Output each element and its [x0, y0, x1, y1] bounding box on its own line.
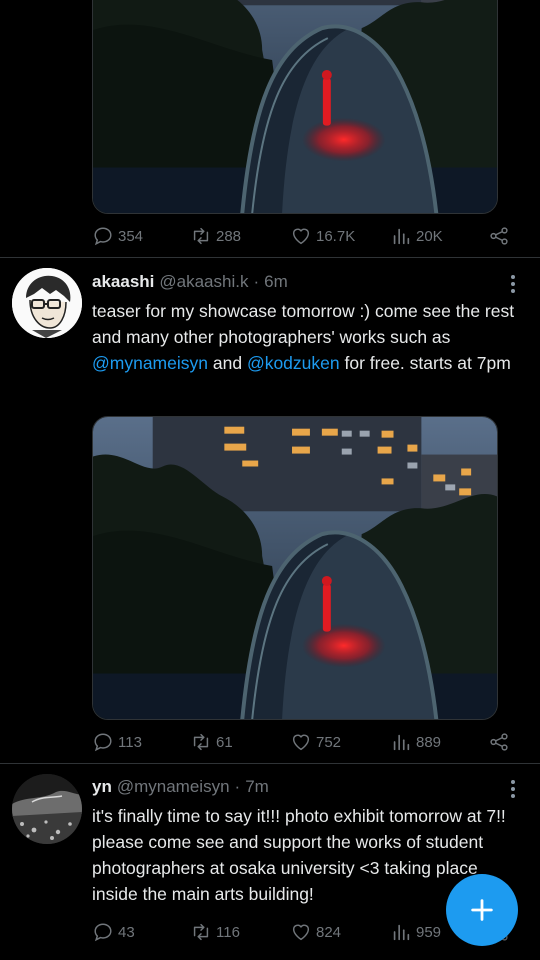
retweet-icon — [190, 225, 212, 247]
like-count: 16.7K — [316, 227, 356, 245]
avatar-image — [12, 774, 82, 844]
retweet-count: 116 — [216, 923, 240, 941]
retweet-button[interactable]: 61 — [190, 730, 233, 754]
views-icon — [390, 225, 412, 247]
heart-icon — [290, 225, 312, 247]
reply-count: 354 — [118, 227, 144, 245]
reply-icon — [92, 921, 114, 943]
avatar[interactable] — [12, 268, 82, 338]
retweet-button[interactable]: 116 — [190, 920, 240, 944]
reply-count: 43 — [118, 923, 135, 941]
post-photo[interactable] — [92, 416, 498, 720]
timeline-feed[interactable]: 354 288 16.7K 20K akaashi @akaashi.k · 6… — [0, 0, 540, 960]
tweet-header: yn @mynameisyn · 7m — [92, 777, 269, 801]
reply-button[interactable]: 354 — [92, 224, 143, 248]
share-button[interactable] — [488, 224, 510, 248]
like-count: 752 — [316, 733, 342, 751]
views-icon — [390, 921, 412, 943]
timestamp[interactable]: 7m — [245, 777, 269, 797]
timestamp[interactable]: 6m — [264, 272, 288, 292]
views-button[interactable]: 20K — [390, 224, 443, 248]
photo-image — [93, 417, 497, 719]
views-count: 20K — [416, 227, 443, 245]
separator: · — [234, 777, 241, 796]
action-bar: 113 61 752 889 — [92, 730, 512, 754]
retweet-icon — [190, 731, 212, 753]
reply-count: 113 — [118, 733, 142, 751]
tweet-header: akaashi @akaashi.k · 6m — [92, 272, 288, 296]
share-icon — [488, 225, 510, 247]
like-count: 824 — [316, 923, 342, 941]
views-count: 889 — [416, 733, 442, 751]
retweet-count: 288 — [216, 227, 242, 245]
mention-link[interactable]: @mynameisyn — [92, 353, 208, 373]
retweet-button[interactable]: 288 — [190, 224, 241, 248]
photo-image — [93, 0, 497, 213]
user-handle[interactable]: @akaashi.k — [159, 272, 248, 292]
like-button[interactable]: 752 — [290, 730, 341, 754]
heart-icon — [290, 731, 312, 753]
views-button[interactable]: 889 — [390, 730, 441, 754]
post-photo[interactable] — [92, 0, 498, 214]
user-handle[interactable]: @mynameisyn — [117, 777, 230, 797]
display-name[interactable]: yn — [92, 777, 112, 797]
reply-button[interactable]: 43 — [92, 920, 135, 944]
reply-icon — [92, 731, 114, 753]
avatar-image — [12, 268, 82, 338]
more-icon[interactable] — [503, 272, 523, 296]
avatar[interactable] — [12, 774, 82, 844]
divider — [0, 257, 540, 258]
display-name[interactable]: akaashi — [92, 272, 154, 292]
reply-icon — [92, 225, 114, 247]
separator: · — [253, 272, 260, 291]
more-icon[interactable] — [503, 777, 523, 801]
plus-icon — [471, 899, 493, 921]
mention-link[interactable]: @kodzuken — [247, 353, 340, 373]
tweet-text: teaser for my showcase tomorrow :) come … — [92, 301, 515, 373]
retweet-count: 61 — [216, 733, 233, 751]
like-button[interactable]: 824 — [290, 920, 341, 944]
share-icon — [488, 731, 510, 753]
views-count: 959 — [416, 923, 442, 941]
retweet-icon — [190, 921, 212, 943]
divider — [0, 763, 540, 764]
share-button[interactable] — [488, 730, 510, 754]
action-bar: 354 288 16.7K 20K — [92, 224, 512, 248]
compose-button[interactable] — [446, 874, 518, 946]
heart-icon — [290, 921, 312, 943]
views-button[interactable]: 959 — [390, 920, 441, 944]
like-button[interactable]: 16.7K — [290, 224, 355, 248]
reply-button[interactable]: 113 — [92, 730, 142, 754]
views-icon — [390, 731, 412, 753]
